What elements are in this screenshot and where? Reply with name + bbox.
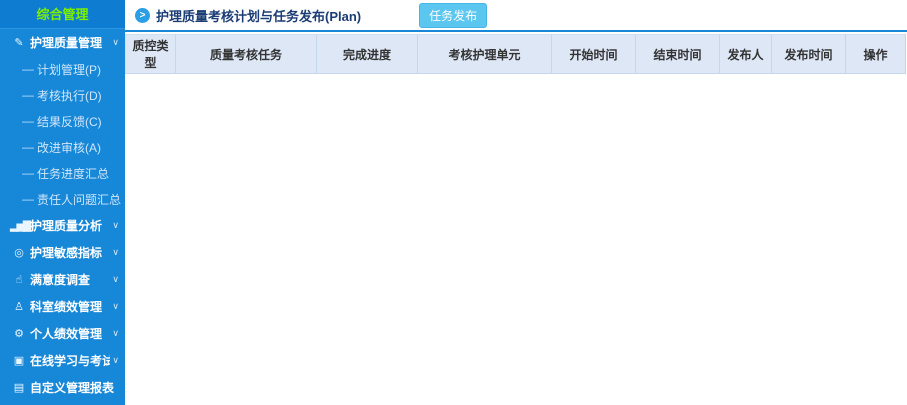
col-start: 开始时间	[552, 35, 636, 74]
page-title: 护理质量考核计划与任务发布(Plan)	[156, 6, 361, 25]
sidebar-item-result-feedback[interactable]: — 结果反馈(C)	[0, 108, 125, 134]
submenu-label: 任务进度汇总	[37, 165, 109, 182]
lock-icon: ⚙	[10, 327, 26, 340]
sidebar-item-sensitive-indicators[interactable]: ◎ 护理敏感指标 ∨	[0, 239, 125, 266]
dash-bullet: —	[22, 192, 34, 206]
chevron-down-icon: ∨	[112, 274, 119, 285]
dash-bullet: —	[22, 166, 34, 180]
person-icon: ♙	[10, 300, 26, 313]
submenu-label: 结果反馈(C)	[37, 113, 102, 130]
page-header: > 护理质量考核计划与任务发布(Plan) 任务发布	[125, 0, 907, 32]
chevron-down-icon: ∨	[112, 328, 119, 339]
badge-icon: ▣	[10, 354, 26, 367]
sidebar-item-label: 护理质量管理	[30, 34, 110, 51]
col-task: 质量考核任务	[176, 35, 317, 74]
submenu-label: 计划管理(P)	[37, 61, 101, 78]
target-icon: ◎	[10, 246, 26, 259]
dash-bullet: —	[22, 140, 34, 154]
col-publisher: 发布人	[720, 35, 772, 74]
sidebar-title: 综合管理	[0, 0, 125, 29]
app-window: 综合管理 ✎ 护理质量管理 ∨ — 计划管理(P) — 考核执行(D) — 结果…	[0, 0, 907, 405]
chevron-down-icon: ∨	[112, 247, 119, 258]
dash-bullet: —	[22, 62, 34, 76]
bar-chart-icon: ▂▅▇	[10, 219, 26, 232]
chevron-down-icon: ∨	[112, 301, 119, 312]
sidebar-item-custom-management-reports[interactable]: ▤ 自定义管理报表	[0, 374, 125, 401]
sidebar-item-custom-edit-reports[interactable]: ✐ 自定义编辑报表 ∨	[0, 401, 125, 405]
sidebar-item-satisfaction-survey[interactable]: ☝ 满意度调查 ∨	[0, 266, 125, 293]
chevron-down-icon: ∨	[112, 220, 119, 231]
col-end: 结束时间	[636, 35, 720, 74]
col-type: 质控类型	[126, 35, 176, 74]
chevron-down-icon: ∨	[112, 37, 119, 48]
main-content: > 护理质量考核计划与任务发布(Plan) 任务发布 质控类型 质量考核任务 完…	[125, 0, 907, 405]
sidebar-item-quality-analysis[interactable]: ▂▅▇ 护理质量分析 ∨	[0, 212, 125, 239]
sidebar-item-personal-performance[interactable]: ⚙ 个人绩效管理 ∨	[0, 320, 125, 347]
sidebar-item-assessment-execution[interactable]: — 考核执行(D)	[0, 82, 125, 108]
report-icon: ▤	[10, 381, 26, 394]
sidebar-item-task-progress-summary[interactable]: — 任务进度汇总	[0, 160, 125, 186]
dash-bullet: —	[22, 114, 34, 128]
arrow-circle-icon: >	[135, 8, 150, 23]
sidebar-item-improvement-review[interactable]: — 改进审核(A)	[0, 134, 125, 160]
publish-task-button[interactable]: 任务发布	[419, 3, 487, 28]
sidebar-item-online-learning-exam[interactable]: ▣ 在线学习与考试 ∨	[0, 347, 125, 374]
table-header-row: 质控类型 质量考核任务 完成进度 考核护理单元 开始时间 结束时间 发布人 发布…	[126, 35, 906, 74]
sidebar-item-responsible-issue-summary[interactable]: — 责任人问题汇总	[0, 186, 125, 212]
sidebar-item-department-performance[interactable]: ♙ 科室绩效管理 ∨	[0, 293, 125, 320]
col-action: 操作	[846, 35, 906, 74]
submenu-label: 责任人问题汇总	[37, 191, 121, 208]
sidebar-item-plan-management[interactable]: — 计划管理(P)	[0, 56, 125, 82]
col-publish-date: 发布时间	[772, 35, 846, 74]
thumb-up-icon: ☝	[10, 273, 26, 286]
dash-bullet: —	[22, 88, 34, 102]
col-progress: 完成进度	[317, 35, 418, 74]
note-edit-icon: ✎	[10, 36, 26, 49]
sidebar: 综合管理 ✎ 护理质量管理 ∨ — 计划管理(P) — 考核执行(D) — 结果…	[0, 0, 125, 405]
assessment-plan-table: 质控类型 质量考核任务 完成进度 考核护理单元 开始时间 结束时间 发布人 发布…	[125, 34, 906, 74]
sidebar-item-nursing-quality-management[interactable]: ✎ 护理质量管理 ∨	[0, 29, 125, 56]
submenu-label: 考核执行(D)	[37, 87, 102, 104]
submenu-label: 改进审核(A)	[37, 139, 101, 156]
col-units: 考核护理单元	[418, 35, 552, 74]
chevron-down-icon: ∨	[112, 355, 119, 366]
